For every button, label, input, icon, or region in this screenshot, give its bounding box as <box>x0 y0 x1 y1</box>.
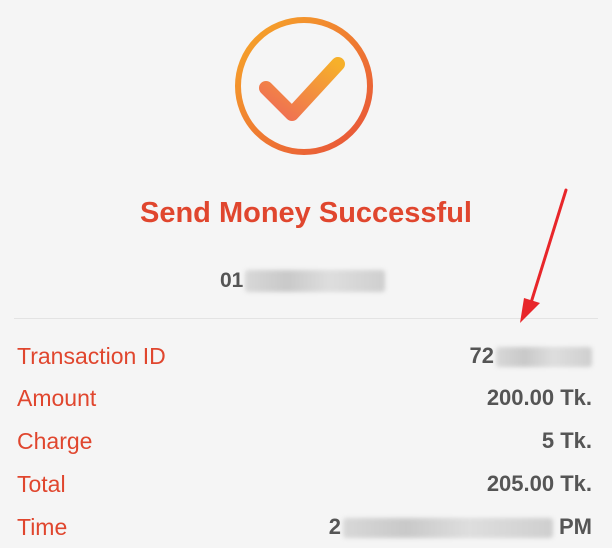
total-label: Total <box>17 471 66 497</box>
title-text: Send Money Successful <box>140 197 472 229</box>
total-value: 205.00 Tk. <box>486 471 592 496</box>
charge-value: 5 Tk. <box>541 428 592 453</box>
time-label: Time <box>17 514 68 540</box>
transaction-id-prefix: 72 <box>469 343 494 368</box>
detail-row-charge: Charge 5 Tk. <box>0 424 612 458</box>
amount-label: Amount <box>17 385 97 411</box>
recipient-number: 01 <box>220 269 386 299</box>
divider <box>14 318 598 319</box>
detail-row-total: Total 205.00 Tk. <box>0 467 612 501</box>
redacted-recipient <box>245 270 386 293</box>
transaction-id-label: Transaction ID <box>17 343 166 369</box>
success-check-icon <box>232 14 376 158</box>
detail-row-amount: Amount 200.00 Tk. <box>0 381 612 415</box>
redacted-time <box>343 518 553 539</box>
recipient-number-prefix: 01 <box>220 269 244 292</box>
time-prefix: 2 <box>328 514 341 539</box>
charge-label: Charge <box>17 428 93 454</box>
amount-value: 200.00 Tk. <box>486 385 592 410</box>
time-value: 2 PM <box>329 510 592 544</box>
page-title: Send Money Successful <box>0 197 612 230</box>
detail-row-time: Time 2 PM <box>0 510 612 544</box>
time-suffix: PM <box>559 514 592 539</box>
redacted-transaction-id <box>496 347 592 368</box>
detail-row-transaction-id: Transaction ID 72 <box>0 339 612 373</box>
transaction-id-value: 72 <box>470 339 592 373</box>
